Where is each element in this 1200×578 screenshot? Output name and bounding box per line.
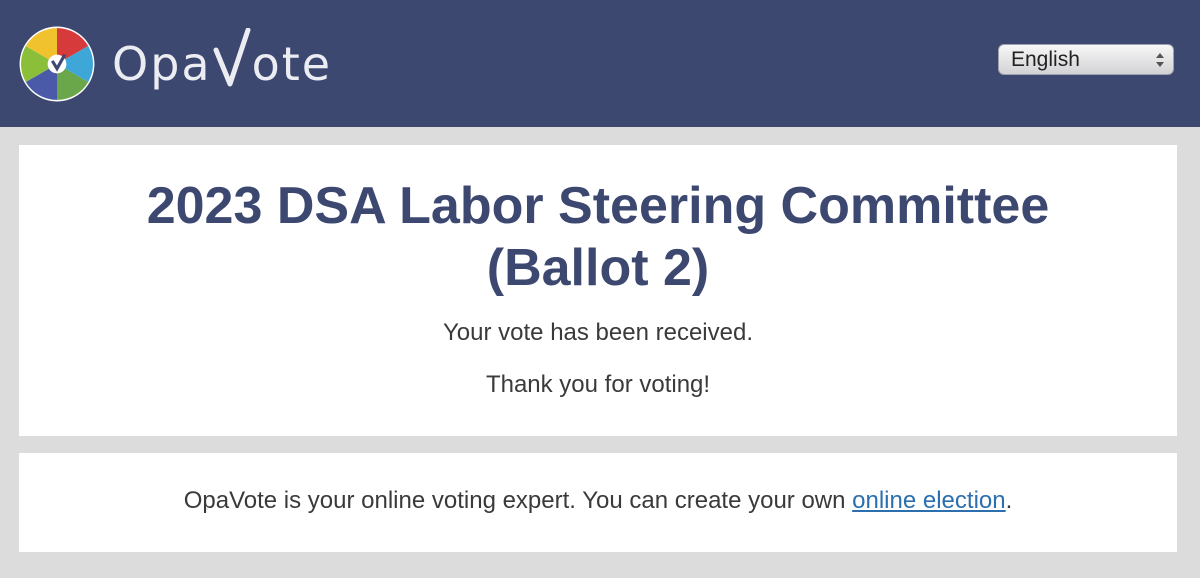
vote-received-message: Your vote has been received.: [443, 319, 753, 346]
footer-period: .: [1005, 487, 1013, 514]
online-election-link[interactable]: online election: [852, 487, 1005, 514]
opavote-logo[interactable]: Opa ote: [18, 14, 332, 114]
thank-you-message: Thank you for voting!: [485, 371, 711, 398]
logo-checkmark-v: [213, 28, 251, 87]
language-select[interactable]: English: [998, 44, 1174, 75]
confirmation-card: 2023 DSA Labor Steering Committee (Ballo…: [19, 145, 1177, 436]
election-title: 2023 DSA Labor Steering Committee (Ballo…: [19, 175, 1177, 299]
opavote-logo-icon: [19, 26, 95, 102]
footer-card: OpaVote is your online voting expert. Yo…: [19, 453, 1177, 552]
election-title-line2: (Ballot 2): [486, 239, 710, 297]
election-title-line1: 2023 DSA Labor Steering Committee: [146, 177, 1050, 235]
logo-text-ote: ote: [251, 37, 333, 91]
footer-promo-text: OpaVote is your online voting expert. Yo…: [183, 487, 853, 514]
language-select-value: English: [1011, 48, 1080, 71]
header-bar: Opa ote English: [0, 0, 1200, 127]
logo-text-opa: Opa: [112, 37, 212, 91]
opavote-logo-text: Opa ote: [112, 28, 333, 94]
footer-text: OpaVote is your online voting expert. Yo…: [19, 487, 1177, 515]
select-arrows-icon: [1156, 53, 1164, 67]
